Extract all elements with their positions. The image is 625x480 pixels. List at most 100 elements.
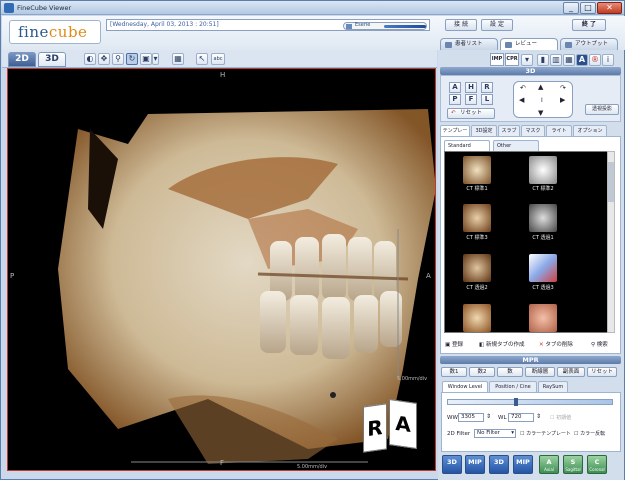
minimize-button[interactable]: _ — [563, 2, 579, 14]
scrollbar-thumb[interactable] — [608, 162, 614, 202]
view-axial-button[interactable]: A Axial — [539, 455, 559, 474]
orient-p-button[interactable]: P — [449, 94, 461, 105]
tab-3d[interactable]: 3D — [38, 52, 66, 67]
3d-viewport[interactable]: H P A F 5.00mm/div 5.00mm/div R A — [7, 68, 436, 471]
tab-patient-list[interactable]: 患者リスト — [440, 38, 498, 50]
orient-f-button[interactable]: F — [465, 94, 477, 105]
scale-bottom: 5.00mm/div — [297, 464, 328, 470]
window-level-slider[interactable] — [447, 398, 613, 406]
tab-output[interactable]: アウトプット — [560, 38, 618, 50]
orient-l-button[interactable]: L — [481, 94, 493, 105]
rotate-left-icon[interactable]: ◀ — [519, 96, 524, 104]
search-button[interactable]: ⚲ 検索 — [591, 339, 608, 351]
initial-value-label[interactable]: ☐ 初期値 — [550, 414, 571, 421]
thumb-ct-transparent-1[interactable] — [529, 204, 557, 232]
view-3d-button[interactable]: 3D — [442, 455, 462, 474]
tab-3d-settings[interactable]: 3D設定 — [471, 125, 497, 136]
register-button[interactable]: ▣ 登録 — [445, 339, 463, 351]
perspective-button[interactable]: 透視投影 — [585, 104, 619, 115]
mpr-reset-button[interactable]: リセット — [587, 367, 617, 377]
thumb-face[interactable] — [529, 304, 557, 332]
tab-2d[interactable]: 2D — [8, 52, 36, 67]
annotation-icon[interactable]: abc — [211, 53, 225, 65]
thumb-ct-standard-1[interactable] — [463, 156, 491, 184]
orient-r-button[interactable]: R — [481, 82, 493, 93]
rotate-right-icon[interactable]: ▶ — [560, 96, 565, 104]
subtab-other[interactable]: Other — [493, 140, 539, 151]
orientation-cube-face-a[interactable]: A — [389, 399, 417, 449]
mpr-button-1[interactable]: 数1 — [441, 367, 467, 377]
delete-tab-button[interactable]: ✕ タブの削除 — [539, 339, 573, 351]
thumb-skull[interactable] — [463, 304, 491, 332]
record-icon[interactable]: ® — [589, 54, 601, 66]
tab-options[interactable]: オプション — [573, 125, 607, 136]
view-mip-2-button[interactable]: MIP — [513, 455, 533, 474]
contrast-icon[interactable]: ◐ — [84, 53, 96, 65]
orientation-cube-face-r[interactable]: R — [363, 403, 387, 453]
gallery-scrollbar[interactable] — [607, 151, 615, 333]
view-toolbar: 2D 3D ◐ ✥ ⚲ ↻ ▣ ▾ ▦ ↖ abc — [2, 50, 437, 68]
mpr-button-4[interactable]: 断線層 — [525, 367, 555, 377]
template-panel: Standard Other CT 標準1 CT 標準2 CT 標準3 CT 透… — [440, 136, 621, 354]
ruler-icon[interactable]: ▮ — [537, 54, 549, 66]
maximize-button[interactable]: □ — [580, 2, 596, 14]
mpr-button-3[interactable]: 数 — [497, 367, 523, 377]
grid-icon[interactable]: ▦ — [563, 54, 575, 66]
tab-slab[interactable]: スラブ — [498, 125, 520, 136]
rotate-up-icon[interactable]: ▲ — [538, 83, 543, 91]
color-palette-icon[interactable]: ▦ — [172, 53, 184, 65]
view-mip-button[interactable]: MIP — [465, 455, 485, 474]
rotate-center-icon[interactable]: I — [541, 97, 543, 104]
tab-window-level[interactable]: Window Level — [442, 381, 488, 392]
zoom-icon[interactable]: ⚲ — [112, 53, 124, 65]
camera-dropdown-icon[interactable]: ▾ — [152, 53, 159, 65]
filter-select[interactable]: No Filter ▾ — [474, 429, 516, 438]
thumb-ct-standard-3[interactable] — [463, 204, 491, 232]
camera-icon[interactable]: ▣ — [140, 53, 152, 65]
subtab-standard[interactable]: Standard — [444, 140, 490, 151]
settings-button[interactable]: 設 定 — [481, 19, 513, 31]
rotate-down-icon[interactable]: ▼ — [538, 109, 543, 117]
ww-stepper-icon[interactable]: ⇕ — [486, 413, 491, 420]
output-icon — [565, 42, 572, 48]
view-coronal-button[interactable]: C Coronal — [587, 455, 607, 474]
pointer-icon[interactable]: ↖ — [196, 53, 208, 65]
thumb-ct-standard-2[interactable] — [529, 156, 557, 184]
mode-cpr-button[interactable]: CPR — [505, 53, 519, 66]
tab-raysum[interactable]: RaySum — [538, 381, 568, 392]
view-3d-2-button[interactable]: 3D — [489, 455, 509, 474]
rotate-icon[interactable]: ↻ — [126, 53, 138, 65]
tab-template[interactable]: テンプレート — [440, 125, 470, 144]
reset-button[interactable]: ↶ リセット — [447, 108, 495, 119]
annotation-a-icon[interactable]: A — [576, 54, 588, 66]
thumb-label: CT 透過2 — [466, 285, 488, 291]
thumb-ct-transparent-2[interactable] — [463, 254, 491, 282]
close-button[interactable]: ✕ — [597, 2, 622, 14]
ww-input[interactable]: 3305 — [458, 413, 484, 422]
tab-light[interactable]: ライト — [546, 125, 572, 136]
color-invert-checkbox[interactable]: ☐ カラー反転 — [574, 430, 605, 437]
color-template-checkbox[interactable]: ☐ カラーテンプレート — [520, 430, 571, 437]
exit-button[interactable]: 終 了 — [572, 19, 606, 31]
orient-h-button[interactable]: H — [465, 82, 477, 93]
mode-dropdown-icon[interactable]: ▾ — [521, 54, 533, 66]
mpr-button-2[interactable]: 数2 — [469, 367, 495, 377]
mpr-button-5[interactable]: 副表面 — [557, 367, 585, 377]
window-level-slider-thumb[interactable] — [514, 398, 518, 406]
rotate-cw-icon[interactable]: ↷ — [560, 84, 566, 92]
pan-icon[interactable]: ✥ — [98, 53, 110, 65]
info-icon[interactable]: i — [602, 54, 614, 66]
orientation-panel: A H R P F L ↶ リセット ▲ ◀ ▶ ▼ ↶ ↷ I 透視投影 — [440, 75, 621, 122]
layout-icon[interactable]: ▥ — [550, 54, 562, 66]
thumb-ct-transparent-3[interactable] — [529, 254, 557, 282]
view-sagittal-button[interactable]: S Sagittal — [563, 455, 583, 474]
mode-imp-button[interactable]: IMP — [490, 53, 504, 66]
wl-stepper-icon[interactable]: ⇕ — [536, 413, 541, 420]
connect-button[interactable]: 接 続 — [445, 19, 477, 31]
wl-input[interactable]: 720 — [508, 413, 534, 422]
tab-position-cine[interactable]: Position / Cine — [489, 381, 537, 392]
rotate-ccw-icon[interactable]: ↶ — [520, 84, 526, 92]
new-tab-button[interactable]: ◧ 新規タブの作成 — [479, 339, 524, 351]
orient-a-button[interactable]: A — [449, 82, 461, 93]
tab-mask[interactable]: マスク — [521, 125, 545, 136]
